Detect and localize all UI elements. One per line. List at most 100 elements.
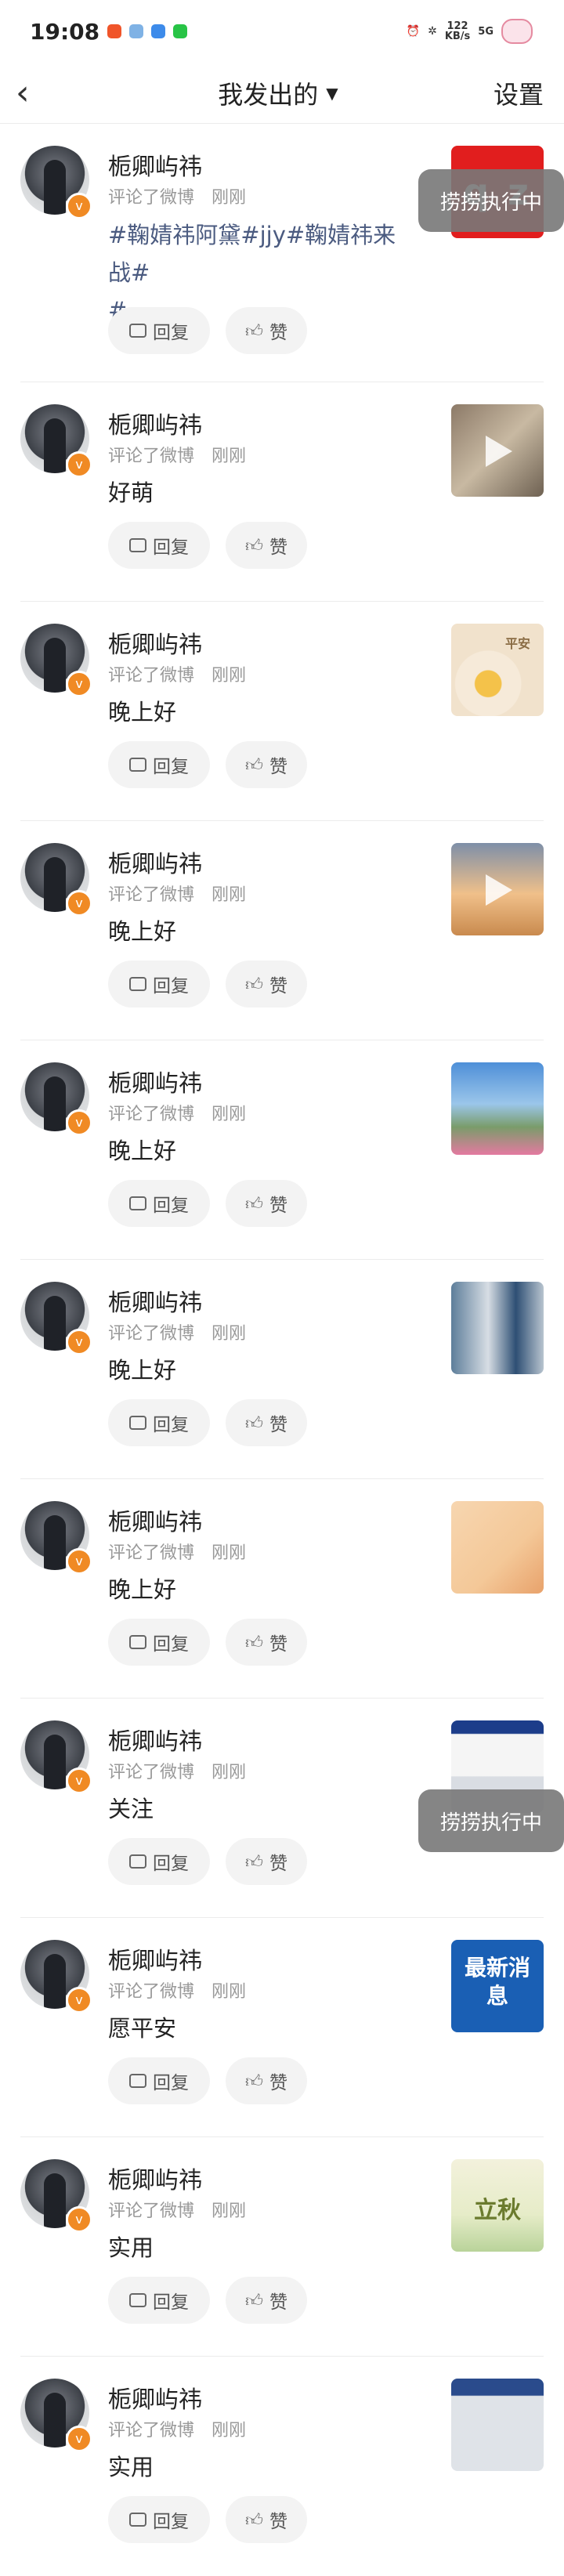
- comment-item[interactable]: v 栀卿屿祎 评论了微博 刚刚 关注 回复 👍︎ 赞 捞捞执行中: [20, 1699, 564, 1918]
- post-thumbnail[interactable]: [451, 1062, 544, 1155]
- comment-meta: 评论了微博 刚刚: [108, 183, 246, 208]
- meta-action: 评论了微博: [108, 1982, 195, 2002]
- comment-text[interactable]: 晚上好: [108, 1133, 176, 1166]
- like-button[interactable]: 👍︎ 赞: [226, 961, 307, 1008]
- settings-button[interactable]: 设置: [494, 75, 544, 111]
- reply-button[interactable]: 回复: [108, 2496, 210, 2543]
- comment-text[interactable]: 好萌: [108, 475, 154, 508]
- user-name[interactable]: 栀卿屿祎: [108, 1503, 202, 1537]
- reply-label: 回复: [153, 1415, 189, 1435]
- user-name[interactable]: 栀卿屿祎: [108, 2380, 202, 2415]
- comment-item[interactable]: v 栀卿屿祎 评论了微博 刚刚 晚上好 回复 👍︎ 赞 平安: [20, 602, 544, 821]
- like-button[interactable]: 👍︎ 赞: [226, 1399, 307, 1446]
- post-thumbnail[interactable]: [451, 1282, 544, 1374]
- comment-icon: [129, 324, 146, 338]
- user-name[interactable]: 栀卿屿祎: [108, 1941, 202, 1976]
- like-button[interactable]: 👍︎ 赞: [226, 522, 307, 569]
- comment-item[interactable]: v 栀卿屿祎 评论了微博 刚刚 实用 回复 👍︎ 赞 立秋: [20, 2137, 544, 2357]
- user-name[interactable]: 栀卿屿祎: [108, 845, 202, 879]
- like-button[interactable]: 👍︎ 赞: [226, 1619, 307, 1666]
- reply-button[interactable]: 回复: [108, 1619, 210, 1666]
- thumbnail-label: 立秋: [474, 2197, 521, 2224]
- topic-text[interactable]: #鞠婧祎阿黛#jjy#鞠婧祎来战#: [108, 222, 396, 286]
- video-thumbnail[interactable]: [451, 404, 544, 497]
- like-button[interactable]: 👍︎ 赞: [226, 2057, 307, 2104]
- reply-button[interactable]: 回复: [108, 1399, 210, 1446]
- post-thumbnail[interactable]: 最新消息: [451, 1940, 544, 2032]
- like-button[interactable]: 👍︎ 赞: [226, 1180, 307, 1227]
- toast-message: 捞捞执行中: [418, 1789, 564, 1852]
- reply-label: 回复: [153, 2512, 189, 2532]
- comment-text[interactable]: 愿平安: [108, 2010, 176, 2043]
- comment-item[interactable]: v 栀卿屿祎 评论了微博 刚刚 晚上好 回复 👍︎ 赞: [20, 1479, 544, 1699]
- like-button[interactable]: 👍︎ 赞: [226, 2496, 307, 2543]
- toast-message: 捞捞执行中: [418, 169, 564, 232]
- comment-feed: v 栀卿屿祎 评论了微博 刚刚 #鞠婧祎阿黛#jjy#鞠婧祎来战# # 回复 👍︎…: [0, 124, 564, 2576]
- reply-button[interactable]: 回复: [108, 1838, 210, 1885]
- user-name[interactable]: 栀卿屿祎: [108, 406, 202, 440]
- nav-bar: ‹ 我发出的 ▼ 设置: [0, 63, 564, 124]
- action-bar: 回复 👍︎ 赞: [108, 2277, 307, 2324]
- comment-item[interactable]: v 栀卿屿祎 评论了微博 刚刚 晚上好 回复 👍︎ 赞: [20, 1040, 544, 1260]
- like-label: 赞: [269, 2512, 287, 2532]
- user-name[interactable]: 栀卿屿祎: [108, 2161, 202, 2195]
- post-thumbnail[interactable]: [451, 2379, 544, 2471]
- comment-item[interactable]: v 栀卿屿祎 评论了微博 刚刚 好萌 回复 👍︎ 赞: [20, 382, 544, 602]
- thumbs-up-icon: 👍︎: [245, 2510, 263, 2531]
- like-button[interactable]: 👍︎ 赞: [226, 1838, 307, 1885]
- reply-button[interactable]: 回复: [108, 741, 210, 788]
- post-thumbnail[interactable]: 平安: [451, 624, 544, 716]
- comment-item[interactable]: v 栀卿屿祎 评论了微博 刚刚 愿平安 回复 👍︎ 赞 最新消息: [20, 1918, 544, 2137]
- comment-text[interactable]: 晚上好: [108, 694, 176, 727]
- reply-button[interactable]: 回复: [108, 2057, 210, 2104]
- meta-time: 刚刚: [212, 666, 247, 686]
- comment-text[interactable]: 晚上好: [108, 1352, 176, 1385]
- reply-button[interactable]: 回复: [108, 2277, 210, 2324]
- verified-badge-icon: v: [66, 1548, 92, 1575]
- comment-item[interactable]: v 栀卿屿祎 评论了微博 刚刚 实用 回复 👍︎ 赞: [20, 2357, 544, 2576]
- comment-text[interactable]: 实用: [108, 2230, 154, 2263]
- meta-action: 评论了微博: [108, 1324, 195, 1344]
- wechat-icon: [173, 24, 188, 38]
- meta-action: 评论了微博: [108, 1763, 195, 1782]
- like-button[interactable]: 👍︎ 赞: [226, 2277, 307, 2324]
- action-bar: 回复 👍︎ 赞: [108, 1180, 307, 1227]
- bluetooth-icon: ✲: [428, 25, 437, 38]
- user-name[interactable]: 栀卿屿祎: [108, 147, 202, 182]
- caret-down-icon: ▼: [326, 83, 338, 103]
- net-speed-unit: KB/s: [444, 31, 471, 42]
- comment-item[interactable]: v 栀卿屿祎 评论了微博 刚刚 晚上好 回复 👍︎ 赞: [20, 821, 544, 1040]
- user-name[interactable]: 栀卿屿祎: [108, 1283, 202, 1318]
- user-name[interactable]: 栀卿屿祎: [108, 1064, 202, 1098]
- like-button[interactable]: 👍︎ 赞: [226, 307, 307, 354]
- video-thumbnail[interactable]: [451, 843, 544, 935]
- page-title-dropdown[interactable]: 我发出的 ▼: [218, 75, 338, 111]
- post-thumbnail[interactable]: [451, 1501, 544, 1594]
- page-title: 我发出的: [218, 79, 319, 110]
- user-name[interactable]: 栀卿屿祎: [108, 1722, 202, 1757]
- action-bar: 回复 👍︎ 赞: [108, 961, 307, 1008]
- reply-button[interactable]: 回复: [108, 961, 210, 1008]
- chevron-left-icon[interactable]: ‹: [16, 75, 63, 110]
- meta-time: 刚刚: [212, 1763, 247, 1782]
- thumbs-up-icon: 👍︎: [245, 1852, 263, 1872]
- comment-text[interactable]: 晚上好: [108, 914, 176, 946]
- reply-button[interactable]: 回复: [108, 522, 210, 569]
- comment-item[interactable]: v 栀卿屿祎 评论了微博 刚刚 晚上好 回复 👍︎ 赞: [20, 1260, 544, 1479]
- comment-item[interactable]: v 栀卿屿祎 评论了微博 刚刚 #鞠婧祎阿黛#jjy#鞠婧祎来战# # 回复 👍︎…: [20, 124, 564, 382]
- reply-label: 回复: [153, 2073, 189, 2093]
- user-name[interactable]: 栀卿屿祎: [108, 625, 202, 660]
- alarm-icon: ⏰: [406, 25, 421, 38]
- comment-text[interactable]: 晚上好: [108, 1572, 176, 1605]
- reply-button[interactable]: 回复: [108, 307, 210, 354]
- thumbs-up-icon: 👍︎: [245, 536, 263, 556]
- post-thumbnail[interactable]: 立秋: [451, 2159, 544, 2252]
- comment-text[interactable]: 实用: [108, 2449, 154, 2482]
- reply-button[interactable]: 回复: [108, 1180, 210, 1227]
- comment-text[interactable]: 关注: [108, 1791, 154, 1824]
- like-button[interactable]: 👍︎ 赞: [226, 741, 307, 788]
- meta-action: 评论了微博: [108, 188, 195, 208]
- net-speed: 122 KB/s: [445, 21, 470, 42]
- thumbs-up-icon: 👍︎: [245, 321, 263, 342]
- meta-action: 评论了微博: [108, 2202, 195, 2221]
